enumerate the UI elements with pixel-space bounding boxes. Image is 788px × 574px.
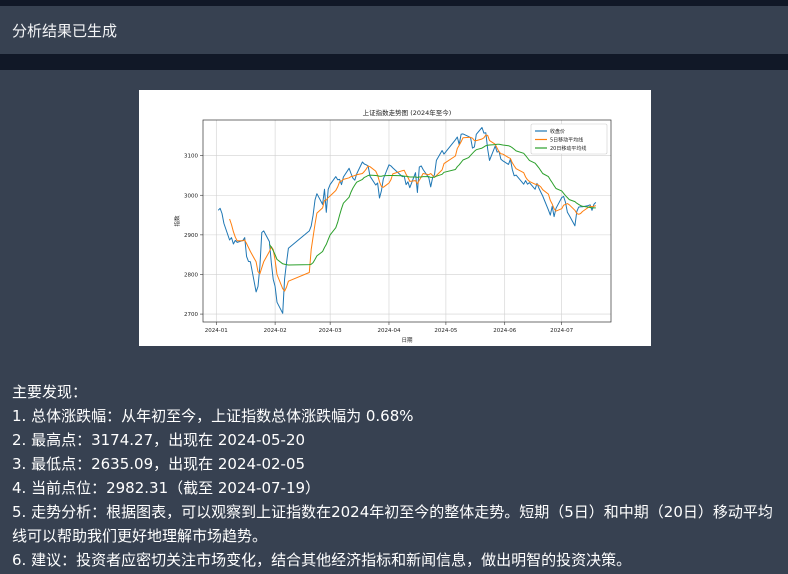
y-tick-label: 2800 <box>184 272 198 278</box>
findings-panel: 主要发现： 1. 总体涨跌幅：从年初至今，上证指数总体涨跌幅为 0.68% 2.… <box>12 380 776 572</box>
y-tick-label: 3100 <box>184 154 198 160</box>
finding-item: 5. 走势分析：根据图表，可以观察到上证指数在2024年初至今的整体走势。短期（… <box>12 503 773 545</box>
result-title: 分析结果已生成 <box>12 21 118 40</box>
chart-figure: 2700 2800 2900 3000 3100 2024-01 2024-02 2024-0… <box>139 90 651 346</box>
finding-item: 6. 建议：投资者应密切关注市场变化，结合其他经济指标和新闻信息，做出明智的投资… <box>12 551 632 569</box>
y-axis-label: 指数 <box>173 215 181 227</box>
result-content: 2700 2800 2900 3000 3100 2024-01 2024-02 2024-0… <box>0 70 788 574</box>
finding-item: 4. 当前点位：2982.31（截至 2024-07-19） <box>12 479 321 497</box>
x-axis-label: 日期 <box>401 337 413 344</box>
legend-label: 收盘价 <box>550 128 565 135</box>
x-tick-label: 2024-01 <box>205 328 228 334</box>
finding-item: 1. 总体涨跌幅：从年初至今，上证指数总体涨跌幅为 0.68% <box>12 407 414 425</box>
y-tick-label: 2700 <box>184 312 198 318</box>
index-trend-chart: 2700 2800 2900 3000 3100 2024-01 2024-02 2024-0… <box>173 108 612 344</box>
result-header: 分析结果已生成 <box>0 6 788 54</box>
finding-item: 2. 最高点：3174.27，出现在 2024-05-20 <box>12 431 306 449</box>
x-tick-label: 2024-03 <box>319 328 342 334</box>
chart-title: 上证指数走势图 (2024年至今) <box>363 108 452 117</box>
x-tick-label: 2024-06 <box>493 328 516 334</box>
x-tick-label: 2024-07 <box>550 328 573 334</box>
x-tick-label: 2024-04 <box>377 328 400 334</box>
y-tick-label: 3000 <box>184 193 198 199</box>
finding-item: 3. 最低点：2635.09，出现在 2024-02-05 <box>12 455 306 473</box>
y-tick-label: 2900 <box>184 233 198 239</box>
findings-heading: 主要发现： <box>12 383 88 401</box>
x-tick-label: 2024-02 <box>264 328 287 334</box>
x-tick-label: 2024-05 <box>434 328 457 334</box>
legend-label: 20日移动平均线 <box>550 145 586 152</box>
legend-label: 5日移动平均线 <box>550 137 583 144</box>
header-divider-band <box>0 54 788 70</box>
